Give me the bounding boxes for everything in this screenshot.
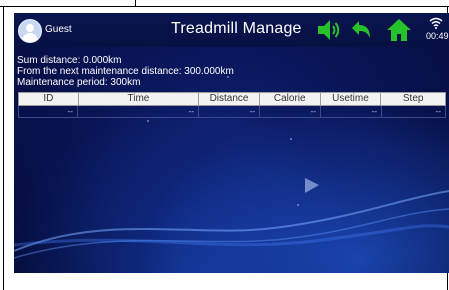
top-bar: Guest Treadmill Manage 00:49 [14, 13, 449, 47]
column-header-time[interactable]: Time [79, 93, 200, 105]
user-name: Guest [45, 24, 72, 35]
column-header-calorie[interactable]: Calorie [260, 93, 321, 105]
clock: 00:49 [426, 31, 449, 41]
cell-time: -- [78, 106, 199, 118]
maintenance-period-text: Maintenance period: 300km [17, 77, 141, 88]
cell-usetime: -- [321, 106, 382, 118]
cell-calorie: -- [260, 106, 321, 118]
background-wave-graphic [14, 76, 449, 259]
frame-divider [135, 0, 136, 7]
page-title: Treadmill Manage [171, 20, 302, 37]
volume-icon[interactable] [316, 18, 342, 42]
table-header: ID Time Distance Calorie Usetime Step [18, 92, 446, 106]
user-avatar-icon[interactable] [18, 19, 42, 43]
table-row[interactable]: -- -- -- -- -- -- [18, 106, 446, 118]
column-header-id[interactable]: ID [19, 93, 79, 105]
column-header-step[interactable]: Step [381, 93, 445, 105]
document-frame-top [0, 0, 449, 7]
records-table: ID Time Distance Calorie Usetime Step --… [18, 92, 446, 118]
cell-id: -- [18, 106, 78, 118]
document-frame-left [3, 6, 4, 290]
cell-distance: -- [199, 106, 260, 118]
column-header-usetime[interactable]: Usetime [321, 93, 382, 105]
next-maintenance-text: From the next maintenance distance: 300.… [17, 66, 234, 77]
cell-step: -- [382, 106, 446, 118]
back-icon[interactable] [348, 18, 374, 42]
wifi-icon [429, 17, 443, 29]
app-screen: Guest Treadmill Manage 00:49 Sum distanc… [14, 13, 449, 273]
column-header-distance[interactable]: Distance [199, 93, 260, 105]
sum-distance-text: Sum distance: 0.000km [17, 55, 122, 66]
home-icon[interactable] [386, 18, 412, 42]
